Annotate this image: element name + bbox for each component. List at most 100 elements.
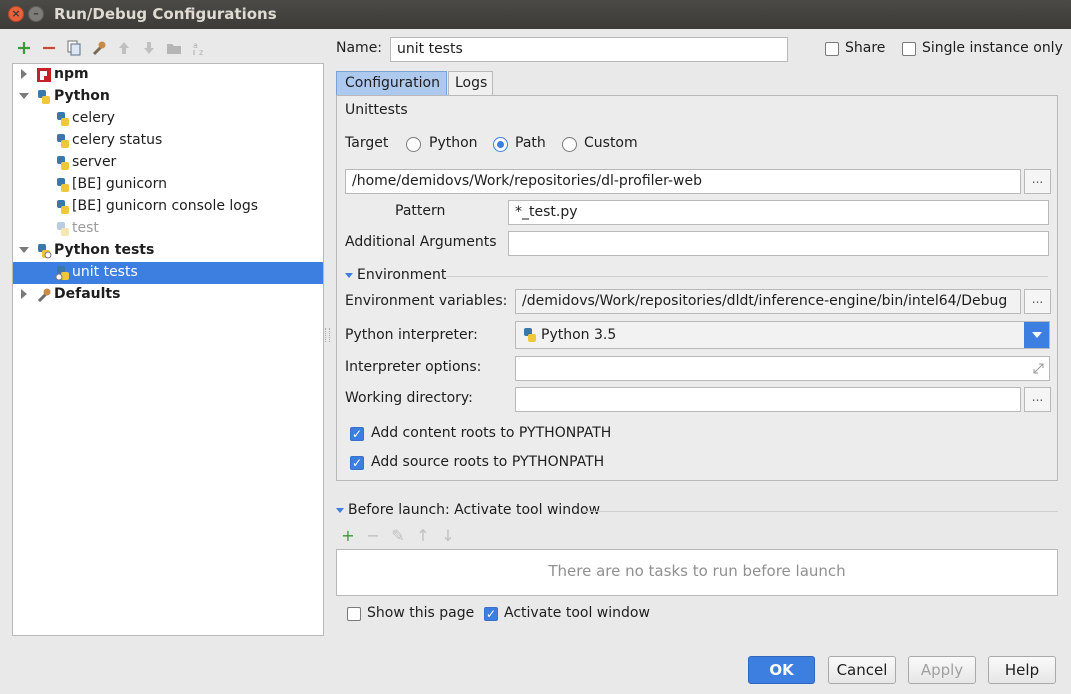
python-icon	[57, 178, 69, 192]
apply-button[interactable]: Apply	[908, 656, 976, 684]
expand-arrow-icon[interactable]	[19, 69, 29, 79]
cancel-button[interactable]: Cancel	[828, 656, 896, 684]
name-label: Name:	[336, 40, 383, 56]
move-up-icon[interactable]	[115, 38, 133, 58]
tree-item-be-gunicorn[interactable]: [BE] gunicorn	[13, 174, 323, 196]
path-input-value: /home/demidovs/Work/repositories/dl-prof…	[352, 173, 702, 189]
activate-tool-window-checkbox[interactable]: ✓	[484, 607, 498, 621]
show-this-page-checkbox[interactable]	[347, 607, 361, 621]
move-down-icon[interactable]	[140, 38, 158, 58]
pattern-input[interactable]: *_test.py	[508, 200, 1049, 225]
before-launch-collapse-icon[interactable]	[336, 508, 344, 513]
window-title: Run/Debug Configurations	[54, 5, 277, 23]
working-directory-label: Working directory:	[345, 390, 473, 406]
title-bar: × – Run/Debug Configurations	[0, 0, 1071, 29]
empty-task-list-text: There are no tasks to run before launch	[548, 562, 846, 580]
edit-task-icon[interactable]: ✎	[390, 528, 406, 544]
environment-collapse-icon[interactable]	[345, 273, 353, 278]
tree-item-python-tests[interactable]: Python tests	[13, 240, 323, 262]
python-icon	[38, 90, 50, 104]
ok-button[interactable]: OK	[748, 656, 815, 684]
move-task-up-icon[interactable]: ↑	[415, 528, 431, 544]
window-close-button[interactable]: ×	[8, 6, 24, 22]
tree-item-label: celery status	[72, 132, 163, 148]
activate-tool-window-label: Activate tool window	[504, 605, 650, 621]
python-interpreter-select[interactable]: Python 3.5	[515, 321, 1050, 349]
configuration-panel	[336, 95, 1058, 481]
name-input[interactable]: unit tests	[390, 37, 788, 62]
tree-item-label: npm	[54, 66, 89, 82]
python-icon	[57, 134, 69, 148]
svg-text:a: a	[193, 41, 198, 50]
tree-item-python[interactable]: Python	[13, 86, 323, 108]
source-roots-checkbox[interactable]: ✓	[350, 456, 364, 470]
target-label: Target	[345, 135, 389, 151]
environment-variables-value: /demidovs/Work/repositories/dldt/inferen…	[522, 293, 1008, 309]
content-roots-checkbox[interactable]: ✓	[350, 427, 364, 441]
before-launch-header[interactable]: Before launch: Activate tool window	[348, 502, 600, 518]
close-icon: ×	[11, 7, 21, 20]
expand-arrow-icon[interactable]	[19, 289, 29, 299]
target-python-radio[interactable]	[406, 137, 421, 152]
tree-item-celery[interactable]: celery	[13, 108, 323, 130]
tree-item-label: Defaults	[54, 286, 121, 302]
content-roots-label: Add content roots to PYTHONPATH	[371, 425, 612, 441]
folder-icon[interactable]	[165, 38, 183, 58]
help-button[interactable]: Help	[988, 656, 1056, 684]
dropdown-arrow-icon[interactable]	[1024, 322, 1049, 348]
target-custom-label: Custom	[584, 135, 638, 151]
python-interpreter-label: Python interpreter:	[345, 327, 478, 343]
copy-icon[interactable]	[65, 38, 83, 58]
configurations-tree[interactable]: npm Python celery celery status server […	[12, 63, 324, 636]
tree-item-npm[interactable]: npm	[13, 64, 323, 86]
expand-icon[interactable]	[1033, 363, 1044, 374]
tab-label: Logs	[455, 75, 488, 91]
tree-item-unit-tests[interactable]: unit tests	[13, 262, 323, 284]
tree-item-label: test	[72, 220, 99, 236]
target-path-radio[interactable]	[493, 137, 508, 152]
tree-item-be-gunicorn-console-logs[interactable]: [BE] gunicorn console logs	[13, 196, 323, 218]
environment-variables-label: Environment variables:	[345, 293, 508, 309]
tab-logs[interactable]: Logs	[448, 71, 493, 95]
before-launch-task-list[interactable]: There are no tasks to run before launch	[336, 549, 1058, 596]
browse-path-button[interactable]: ...	[1024, 169, 1051, 194]
tree-item-label: Python	[54, 88, 110, 104]
tree-item-label: [BE] gunicorn	[72, 176, 167, 192]
remove-task-icon[interactable]: −	[365, 528, 381, 544]
tree-item-defaults[interactable]: Defaults	[13, 284, 323, 306]
additional-arguments-input[interactable]	[508, 231, 1049, 256]
window-minimize-button[interactable]: –	[28, 6, 44, 22]
add-icon[interactable]	[15, 38, 33, 58]
tree-item-server[interactable]: server	[13, 152, 323, 174]
edit-environment-variables-button[interactable]: ...	[1024, 289, 1051, 314]
python-tests-icon	[55, 266, 69, 281]
interpreter-options-input[interactable]	[515, 356, 1050, 381]
name-input-value: unit tests	[397, 41, 463, 57]
move-task-down-icon[interactable]: ↓	[440, 528, 456, 544]
share-checkbox[interactable]	[825, 42, 839, 56]
python-icon	[57, 222, 69, 236]
collapse-arrow-icon[interactable]	[19, 91, 29, 101]
single-instance-checkbox[interactable]	[902, 42, 916, 56]
browse-working-directory-button[interactable]: ...	[1024, 387, 1051, 412]
wrench-icon[interactable]	[90, 38, 108, 58]
collapse-arrow-icon[interactable]	[19, 245, 29, 255]
show-this-page-label: Show this page	[367, 605, 475, 621]
working-directory-input[interactable]	[515, 387, 1021, 412]
environment-header[interactable]: Environment	[357, 267, 446, 283]
sort-icon[interactable]: az	[190, 38, 208, 58]
tab-configuration[interactable]: Configuration	[336, 71, 447, 95]
python-icon	[57, 200, 69, 214]
svg-text:z: z	[199, 48, 203, 57]
tree-item-test[interactable]: test	[13, 218, 323, 240]
tab-label: Configuration	[345, 75, 440, 91]
python-icon	[57, 112, 69, 126]
add-task-icon[interactable]: +	[340, 528, 356, 544]
environment-variables-input[interactable]: /demidovs/Work/repositories/dldt/inferen…	[515, 289, 1021, 314]
remove-icon[interactable]	[40, 38, 58, 58]
additional-arguments-label: Additional Arguments	[345, 234, 497, 250]
splitter-handle[interactable]	[325, 328, 330, 342]
tree-item-celery-status[interactable]: celery status	[13, 130, 323, 152]
path-input[interactable]: /home/demidovs/Work/repositories/dl-prof…	[345, 169, 1021, 194]
target-custom-radio[interactable]	[562, 137, 577, 152]
